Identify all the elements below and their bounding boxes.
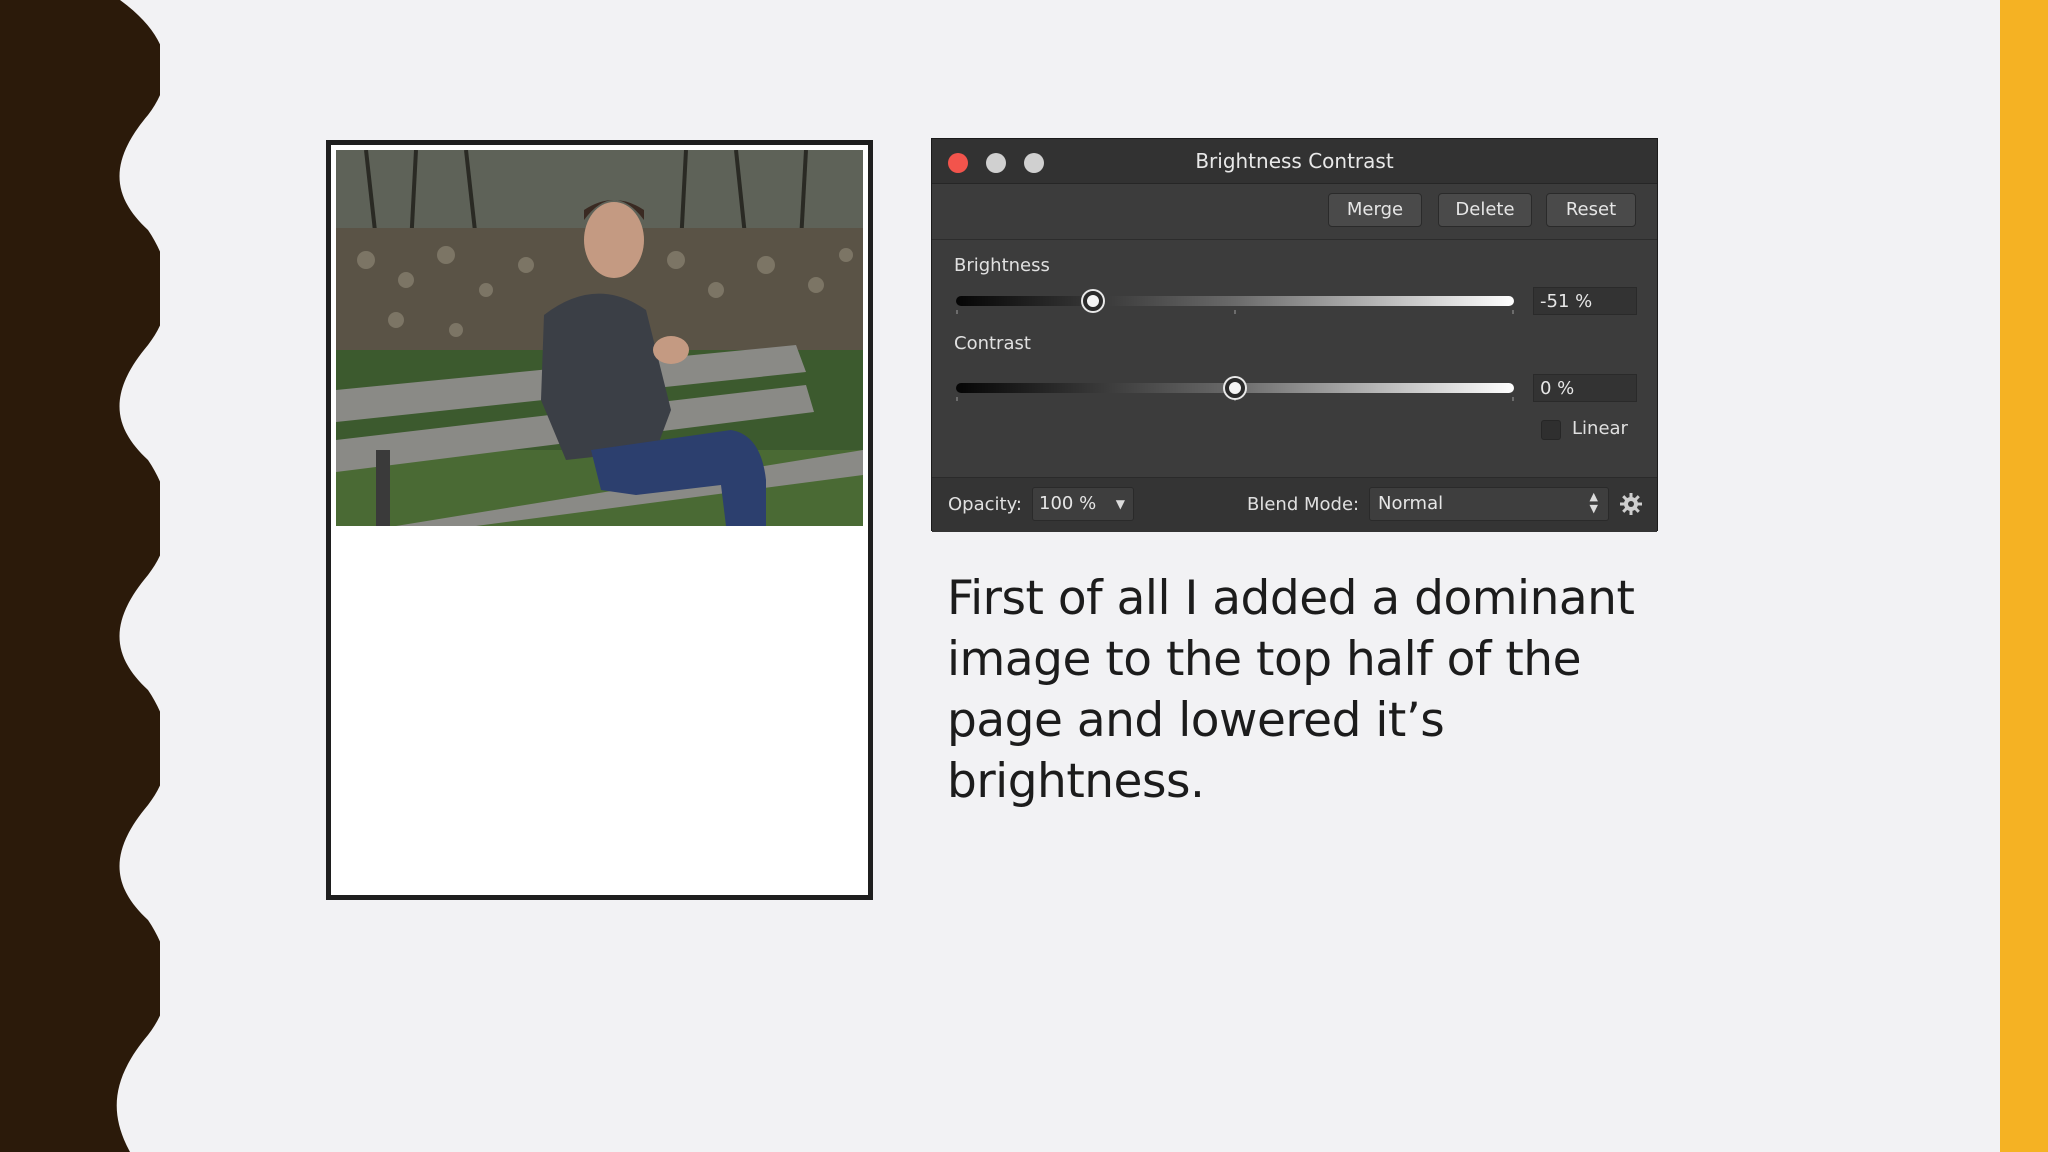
left-wave-decoration — [0, 0, 160, 1152]
dropdown-arrow-icon: ▼ — [1115, 497, 1125, 511]
contrast-slider[interactable] — [956, 378, 1514, 401]
panel-toolbar: Merge Delete Reset — [932, 183, 1657, 240]
blend-mode-dropdown[interactable]: Normal ▲ ▼ — [1369, 487, 1609, 521]
blend-mode-label: Blend Mode: — [1247, 494, 1360, 515]
reset-button[interactable]: Reset — [1546, 193, 1636, 227]
contrast-label: Contrast — [954, 333, 1031, 354]
linear-checkbox[interactable] — [1541, 420, 1561, 440]
contrast-value-field[interactable]: 0 % — [1533, 374, 1637, 402]
maximize-window-icon[interactable] — [1024, 153, 1044, 173]
brightness-label: Brightness — [954, 255, 1050, 276]
photo-frame — [326, 140, 873, 900]
opacity-label: Opacity: — [948, 494, 1022, 515]
linear-label: Linear — [1572, 418, 1628, 439]
panel-titlebar[interactable]: Brightness Contrast — [932, 139, 1657, 184]
slide-caption: First of all I added a dominant image to… — [947, 571, 1635, 809]
contrast-slider-knob[interactable] — [1225, 378, 1245, 398]
blank-page-area — [331, 528, 868, 895]
brightness-slider-knob[interactable] — [1082, 291, 1103, 311]
merge-button[interactable]: Merge — [1328, 193, 1422, 227]
close-window-icon[interactable] — [948, 153, 968, 173]
brightness-contrast-panel: Brightness Contrast Merge Delete Reset B… — [931, 138, 1658, 532]
updown-arrows-icon: ▲ ▼ — [1589, 490, 1598, 515]
blend-mode-value: Normal — [1378, 493, 1444, 514]
minimize-window-icon[interactable] — [986, 153, 1006, 173]
opacity-dropdown[interactable]: 100 % ▼ — [1032, 487, 1134, 521]
brightness-slider[interactable] — [956, 291, 1514, 314]
delete-button[interactable]: Delete — [1438, 193, 1532, 227]
brightness-value-field[interactable]: -51 % — [1533, 287, 1637, 315]
right-accent-bar — [2000, 0, 2048, 1152]
panel-footer: Opacity: 100 % ▼ Blend Mode: Normal ▲ ▼ — [932, 477, 1657, 532]
opacity-value: 100 % — [1039, 493, 1097, 514]
gear-icon[interactable] — [1619, 492, 1643, 516]
man-on-bench-photo — [336, 150, 863, 526]
